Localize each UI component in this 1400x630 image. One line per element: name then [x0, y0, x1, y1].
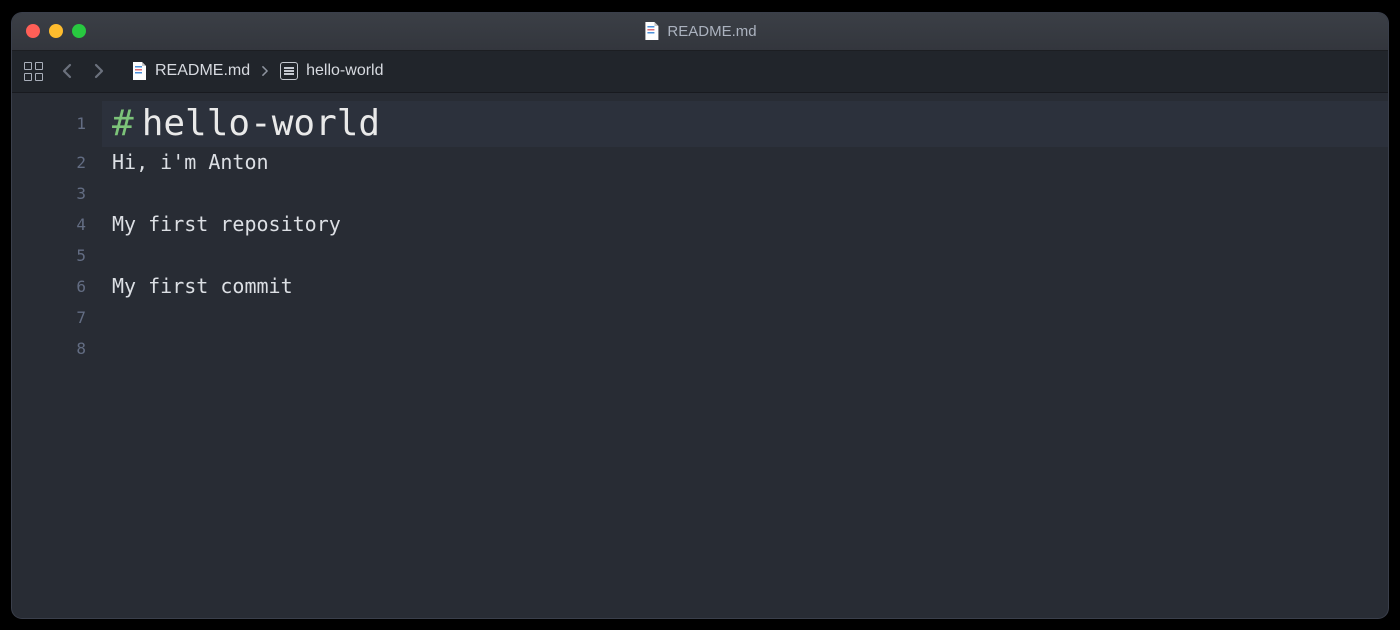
file-icon — [643, 22, 659, 40]
panes-icon[interactable] — [22, 60, 45, 83]
line-number: 4 — [12, 209, 86, 240]
editor-area[interactable]: 1 2 3 4 5 6 7 8 # hello-world Hi, i'm An… — [12, 93, 1388, 618]
code-line[interactable]: # hello-world — [102, 101, 1388, 147]
breadcrumb: README.md hello-world — [131, 62, 384, 80]
nav-forward-icon[interactable] — [89, 61, 109, 81]
window-title: README.md — [643, 22, 756, 40]
minimize-button[interactable] — [49, 24, 63, 38]
traffic-lights — [26, 24, 86, 38]
breadcrumb-file-label: README.md — [155, 62, 250, 80]
breadcrumb-file[interactable]: README.md — [131, 62, 250, 80]
heading-text: hello-world — [142, 108, 380, 139]
markdown-hash: # — [112, 108, 134, 139]
line-number: 3 — [12, 178, 86, 209]
code-line[interactable]: My first repository — [102, 209, 1388, 240]
line-number: 1 — [12, 101, 86, 147]
code-line[interactable] — [102, 240, 1388, 271]
code-line[interactable]: Hi, i'm Anton — [102, 147, 1388, 178]
line-number: 5 — [12, 240, 86, 271]
editor-window: README.md README.md — [12, 13, 1388, 618]
line-number: 6 — [12, 271, 86, 302]
titlebar: README.md — [12, 13, 1388, 51]
toolbar: README.md hello-world — [12, 51, 1388, 93]
code-line[interactable] — [102, 178, 1388, 209]
gutter: 1 2 3 4 5 6 7 8 — [12, 93, 102, 618]
maximize-button[interactable] — [72, 24, 86, 38]
chevron-right-icon — [258, 64, 272, 78]
heading-icon — [280, 62, 298, 80]
breadcrumb-section-label: hello-world — [306, 62, 383, 80]
line-number: 7 — [12, 302, 86, 333]
close-button[interactable] — [26, 24, 40, 38]
code-line[interactable] — [102, 302, 1388, 333]
line-number: 8 — [12, 333, 86, 364]
nav-back-icon[interactable] — [57, 61, 77, 81]
window-title-text: README.md — [667, 23, 756, 40]
breadcrumb-section[interactable]: hello-world — [280, 62, 383, 80]
code-line[interactable]: My first commit — [102, 271, 1388, 302]
line-number: 2 — [12, 147, 86, 178]
code-content[interactable]: # hello-world Hi, i'm Anton My first rep… — [102, 93, 1388, 618]
file-icon — [131, 62, 147, 80]
code-line[interactable] — [102, 333, 1388, 364]
